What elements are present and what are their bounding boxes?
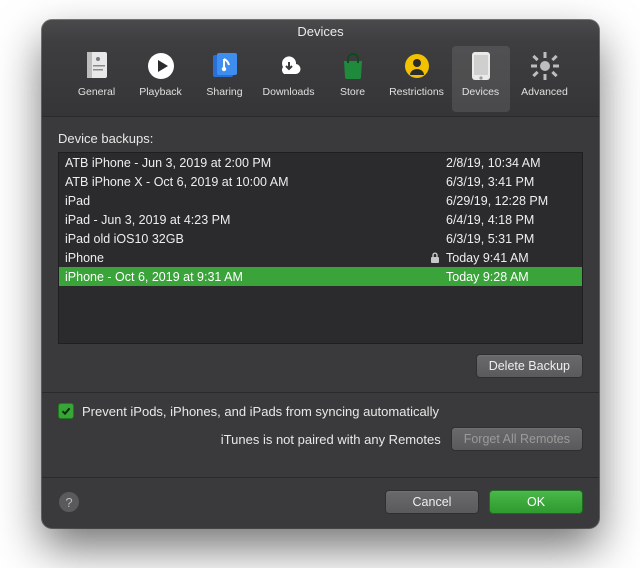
tab-sharing[interactable]: Sharing [196, 46, 254, 112]
backup-row[interactable]: iPhone - Oct 6, 2019 at 9:31 AM Today 9:2… [59, 267, 582, 286]
backup-name: ATB iPhone X - Oct 6, 2019 at 10:00 AM [65, 175, 428, 189]
cancel-button[interactable]: Cancel [385, 490, 479, 514]
tab-advanced[interactable]: Advanced [516, 46, 574, 112]
backup-name: iPad - Jun 3, 2019 at 4:23 PM [65, 213, 428, 227]
sharing-icon [209, 50, 241, 82]
backup-date: 6/3/19, 3:41 PM [446, 175, 576, 189]
prevent-sync-checkbox[interactable] [58, 403, 74, 419]
help-button[interactable]: ? [58, 491, 80, 513]
dialog-footer: ? Cancel OK [42, 477, 599, 528]
forget-remotes-button: Forget All Remotes [451, 427, 583, 451]
tab-store[interactable]: Store [324, 46, 382, 112]
preferences-toolbar: General Playback Sharing Downloads [42, 42, 599, 117]
tab-label: Playback [139, 86, 182, 98]
backup-date: Today 9:41 AM [446, 251, 576, 265]
prevent-sync-row[interactable]: Prevent iPods, iPhones, and iPads from s… [58, 403, 583, 419]
backup-row[interactable]: iPad - Jun 3, 2019 at 4:23 PM 6/4/19, 4:1… [59, 210, 582, 229]
backup-name: iPad old iOS10 32GB [65, 232, 428, 246]
tab-restrictions[interactable]: Restrictions [388, 46, 446, 112]
tab-playback[interactable]: Playback [132, 46, 190, 112]
tab-label: General [78, 86, 115, 98]
backup-date: 2/8/19, 10:34 AM [446, 156, 576, 170]
backup-row[interactable]: iPad old iOS10 32GB 6/3/19, 5:31 PM [59, 229, 582, 248]
device-backups-label: Device backups: [58, 131, 583, 146]
preferences-window: Devices General Playback Sharing [42, 20, 599, 528]
playback-icon [145, 50, 177, 82]
advanced-icon [529, 50, 561, 82]
tab-label: Sharing [206, 86, 242, 98]
backup-date: Today 9:28 AM [446, 270, 576, 284]
window-title: Devices [297, 24, 343, 39]
devices-icon [465, 50, 497, 82]
tab-label: Restrictions [389, 86, 444, 98]
backup-row[interactable]: ATB iPhone X - Oct 6, 2019 at 10:00 AM 6/… [59, 172, 582, 191]
device-backups-list[interactable]: ATB iPhone - Jun 3, 2019 at 2:00 PM 2/8/1… [58, 152, 583, 344]
backup-row[interactable]: iPhone Today 9:41 AM [59, 248, 582, 267]
general-icon [81, 50, 113, 82]
backup-name: iPad [65, 194, 428, 208]
backup-row[interactable]: ATB iPhone - Jun 3, 2019 at 2:00 PM 2/8/1… [59, 153, 582, 172]
prevent-sync-label: Prevent iPods, iPhones, and iPads from s… [82, 404, 439, 419]
downloads-icon [273, 50, 305, 82]
backup-date: 6/3/19, 5:31 PM [446, 232, 576, 246]
remotes-status-label: iTunes is not paired with any Remotes [221, 432, 441, 447]
tab-label: Downloads [263, 86, 315, 98]
backup-row[interactable]: iPad 6/29/19, 12:28 PM [59, 191, 582, 210]
tab-general[interactable]: General [68, 46, 126, 112]
tab-downloads[interactable]: Downloads [260, 46, 318, 112]
restrictions-icon [401, 50, 433, 82]
backup-date: 6/29/19, 12:28 PM [446, 194, 576, 208]
delete-backup-button[interactable]: Delete Backup [476, 354, 583, 378]
backup-date: 6/4/19, 4:18 PM [446, 213, 576, 227]
tab-label: Advanced [521, 86, 568, 98]
tab-devices[interactable]: Devices [452, 46, 510, 112]
backup-name: iPhone [65, 251, 428, 265]
window-titlebar: Devices [42, 20, 599, 42]
store-icon [337, 50, 369, 82]
tab-label: Store [340, 86, 365, 98]
tab-label: Devices [462, 86, 499, 98]
separator [42, 392, 599, 393]
ok-button[interactable]: OK [489, 490, 583, 514]
lock-icon [428, 252, 442, 264]
backup-name: ATB iPhone - Jun 3, 2019 at 2:00 PM [65, 156, 428, 170]
devices-pane: Device backups: ATB iPhone - Jun 3, 2019… [42, 117, 599, 477]
backup-name: iPhone - Oct 6, 2019 at 9:31 AM [65, 270, 428, 284]
